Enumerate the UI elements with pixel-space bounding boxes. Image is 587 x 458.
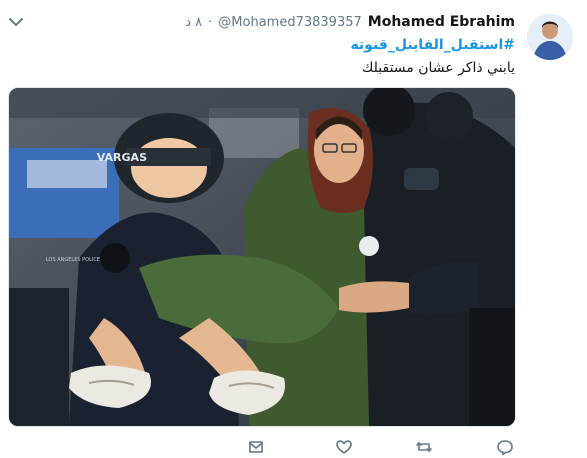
chevron-down-icon[interactable] [8,14,24,30]
police-badge-text: LOS ANGELES POLICE [46,257,100,263]
tweet-card: Mohamed Ebrahim @Mohamed73839357 · ٨ د #… [0,0,587,458]
author-name[interactable]: Mohamed Ebrahim [368,14,515,30]
timestamp[interactable]: ٨ د [185,15,202,30]
avatar[interactable] [527,14,573,60]
tweet-photo[interactable]: VARGAS LOS ANGELES POLICE [8,87,516,427]
tweet-actions [246,437,521,457]
author-handle[interactable]: @Mohamed73839357 [218,15,361,30]
heart-icon[interactable] [334,437,354,457]
mail-icon[interactable] [246,437,266,457]
separator-dot: · [208,15,213,30]
tweet-header: Mohamed Ebrahim @Mohamed73839357 · ٨ د [185,14,515,30]
reply-icon[interactable] [495,437,515,457]
helmet-text: VARGAS [97,151,147,164]
hashtag-link[interactable]: #استقبل_الفاينل_قنوته [350,37,515,53]
retweet-icon[interactable] [414,437,434,457]
tweet-text: يابني ذاكر عشان مستقبلك [361,60,515,76]
